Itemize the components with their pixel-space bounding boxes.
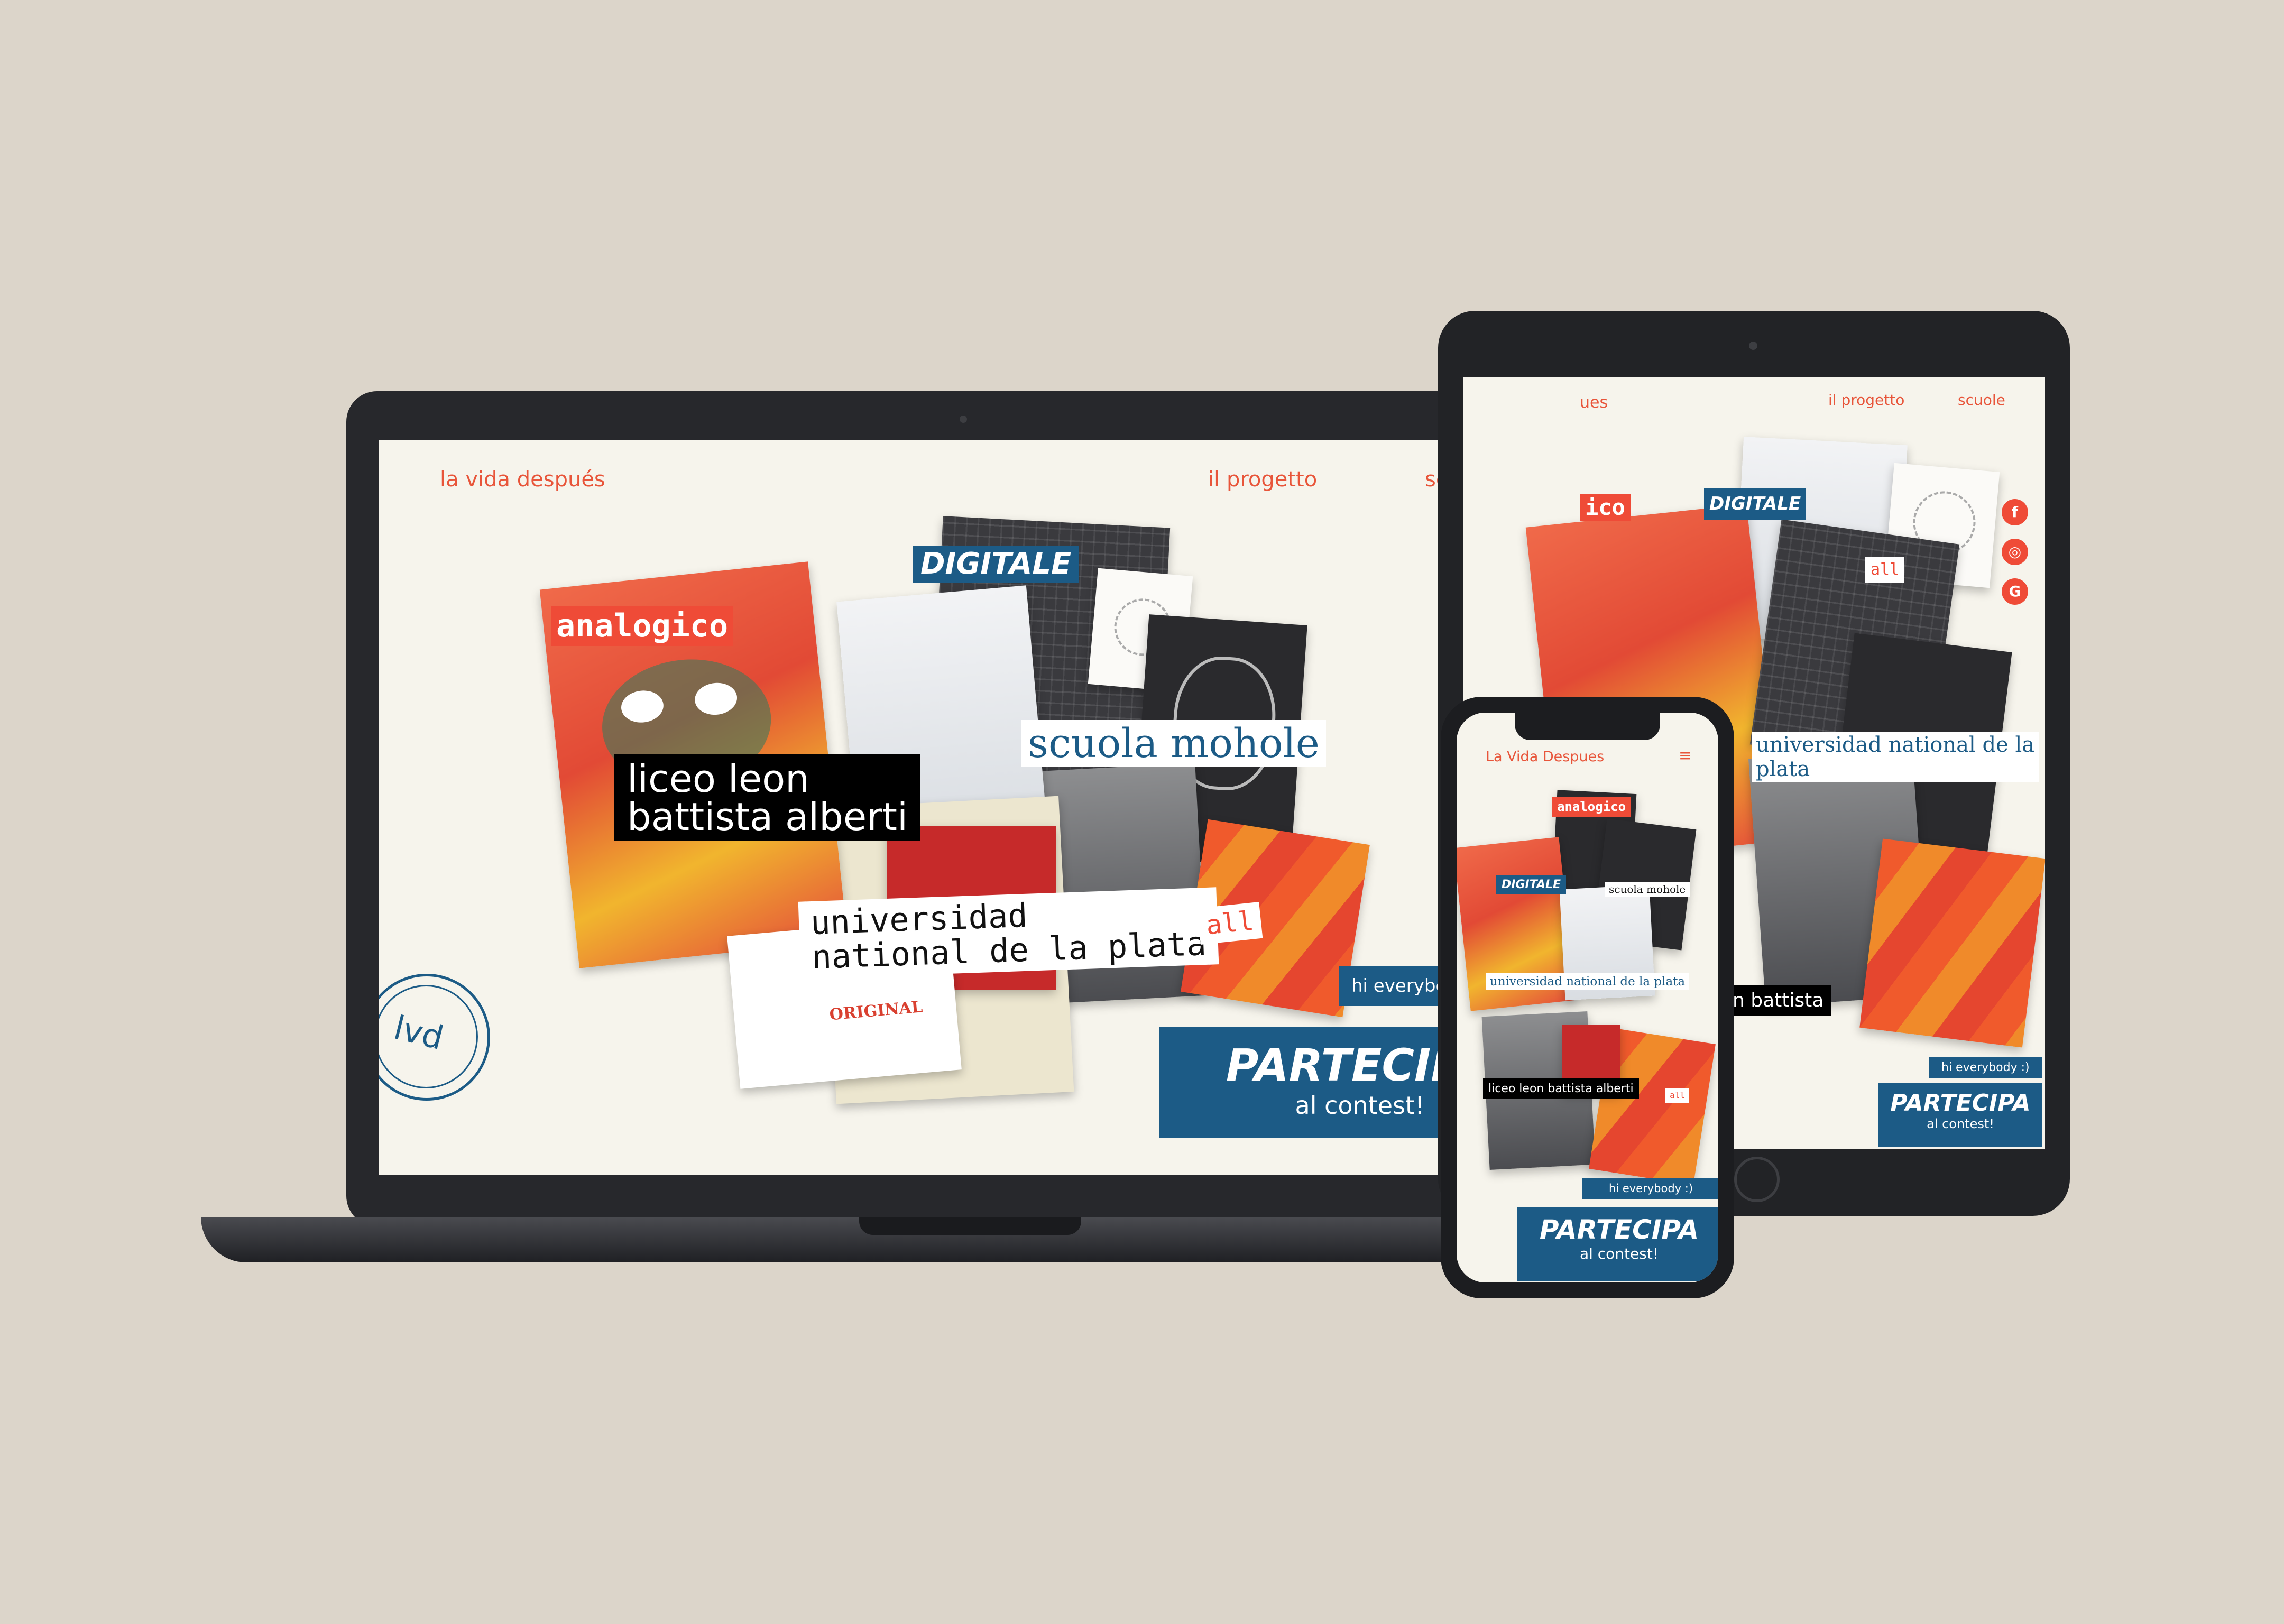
lvd-stamp: lvd <box>379 974 490 1101</box>
tablet-home-button[interactable] <box>1734 1157 1780 1202</box>
tag-all[interactable]: all <box>1196 902 1263 945</box>
tablet-greeting-banner: hi everybody :) <box>1929 1057 2042 1078</box>
phone-partecipa-button[interactable]: PARTECIPA al contest! <box>1517 1207 1718 1281</box>
brand-logo[interactable]: la vida después <box>440 467 605 492</box>
laptop-notch <box>859 1217 1081 1235</box>
tablet-tag-unlp-line1: universidad national de la <box>1756 733 2035 757</box>
laptop-camera <box>960 416 967 423</box>
phone-tag-analogico[interactable]: analogico <box>1552 797 1632 817</box>
tag-liceo-line2: battista alberti <box>627 795 908 839</box>
tablet-brand-partial[interactable]: ues <box>1580 393 1608 412</box>
tablet-poster-orange[interactable] <box>1859 838 2045 1048</box>
tablet-tag-all[interactable]: all <box>1865 557 1905 583</box>
tag-analogico[interactable]: analogico <box>551 606 734 646</box>
laptop-screen: la vida después il progetto scuole ORIGI… <box>379 440 1553 1175</box>
tablet-camera <box>1749 342 1757 350</box>
phone-tag-mohole[interactable]: scuola mohole <box>1605 882 1690 897</box>
tablet-tag-unlp[interactable]: universidad national de la plata <box>1752 732 2039 782</box>
tablet-tag-liceo[interactable]: n battista <box>1725 985 1831 1016</box>
nav-il-progetto[interactable]: il progetto <box>1208 467 1317 492</box>
tablet-instagram-icon[interactable]: ◎ <box>2002 539 2028 565</box>
tag-liceo-line1: liceo leon <box>627 756 809 801</box>
phone-tag-all[interactable]: all <box>1665 1088 1689 1103</box>
laptop-device: la vida después il progetto scuole ORIGI… <box>346 391 1586 1226</box>
tablet-tag-digitale[interactable]: DIGITALE <box>1704 488 1807 520</box>
tag-digitale[interactable]: DIGITALE <box>913 546 1079 583</box>
phone-device: La Vida Despues ≡ analogico DIGITALE scu… <box>1441 697 1734 1298</box>
tablet-google-icon[interactable]: G <box>2002 578 2028 605</box>
tablet-tag-unlp-line2: plata <box>1756 757 1810 781</box>
phone-notch <box>1515 713 1660 740</box>
phone-greeting-banner: hi everybody :) <box>1582 1178 1718 1199</box>
tablet-facebook-icon[interactable]: f <box>2002 499 2028 525</box>
tag-scuola-mohole[interactable]: scuola mohole <box>1021 720 1326 767</box>
phone-menu-icon[interactable]: ≡ <box>1679 746 1692 765</box>
phone-tag-digitale[interactable]: DIGITALE <box>1496 875 1567 894</box>
tablet-partecipa-button[interactable]: PARTECIPA al contest! <box>1878 1083 2042 1147</box>
tablet-tag-analogico[interactable]: ico <box>1580 494 1631 522</box>
tag-unlp[interactable]: universidad national de la plata <box>798 887 1219 979</box>
tablet-nav-scuole[interactable]: scuole <box>1958 391 2005 409</box>
original-stamp: ORIGINAL <box>828 998 924 1025</box>
tablet-nav-il-progetto[interactable]: il progetto <box>1828 391 1904 409</box>
tag-liceo-alberti[interactable]: liceo leon battista alberti <box>614 754 920 841</box>
phone-brand-logo[interactable]: La Vida Despues <box>1486 749 1604 765</box>
phone-tag-unlp[interactable]: universidad national de la plata <box>1486 973 1690 991</box>
phone-tag-liceo[interactable]: liceo leon battista alberti <box>1483 1078 1639 1100</box>
phone-screen: La Vida Despues ≡ analogico DIGITALE scu… <box>1457 713 1718 1282</box>
